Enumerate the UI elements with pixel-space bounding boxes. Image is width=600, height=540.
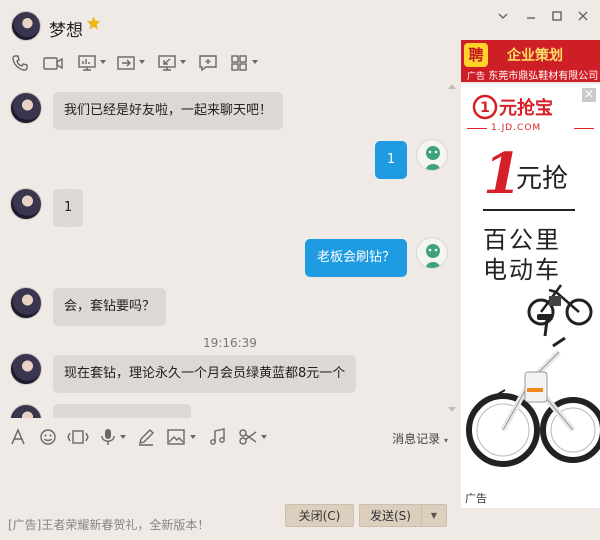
music-icon[interactable] [206,424,230,450]
message-bubble[interactable] [53,404,191,418]
chevron-down-icon[interactable] [190,435,196,439]
maximize-icon[interactable] [548,8,566,26]
scroll-down-icon[interactable] [448,407,456,412]
avatar[interactable] [416,237,448,269]
svg-text:元抢宝: 元抢宝 [499,97,553,119]
message-history-label: 消息记录 [392,432,441,446]
remote-assist-icon[interactable] [154,50,180,76]
close-icon[interactable] [574,8,592,26]
chevron-down-icon[interactable] [494,8,512,26]
ad-title: 企业策划 [507,48,563,64]
doodle-icon[interactable] [134,424,158,450]
emoji-icon[interactable] [36,424,60,450]
ad-company: 广告 东莞市鼎弘鞋材有限公司 [467,67,598,82]
phone-icon[interactable] [7,50,33,76]
chevron-down-icon[interactable] [252,60,258,64]
message-history-button[interactable]: 消息记录 ▾ [392,430,448,447]
hire-badge: 聘 [464,43,488,67]
screen-share-icon[interactable] [74,50,100,76]
footer-ad-link[interactable]: [广告]王者荣耀新春贺礼，全新版本！ [8,516,209,533]
avatar[interactable] [10,287,42,319]
scroll-up-icon[interactable] [448,84,456,89]
divider [483,209,575,211]
message-bubble[interactable]: 我们已经是好友啦，一起来聊天吧！ [53,92,284,130]
divider [467,128,487,129]
contact-avatar[interactable] [11,11,41,41]
message-bubble-out[interactable]: 老板会刷钻？ [305,239,408,277]
ad-company-name: 东莞市鼎弘鞋材有限公司 [488,71,599,82]
send-button-label: 发送(S) [370,509,411,523]
ad-domain: 1.JD.COM [491,123,542,133]
image-icon[interactable] [164,424,188,450]
chat-toolbar [0,50,460,78]
message-bubble-out[interactable]: 1 [375,141,408,179]
message-timestamp: 19:16:39 [203,336,257,350]
chevron-down-icon: ▼ [430,511,438,520]
send-button[interactable]: 发送(S) [359,504,421,527]
apps-icon[interactable] [226,50,252,76]
message-list[interactable]: 我们已经是好友啦，一起来聊天吧！ 1 1 老板会刷钻？ 会，套钻要吗？ 19:1… [0,82,460,418]
chevron-down-icon[interactable] [261,435,267,439]
chevron-down-icon[interactable] [120,435,126,439]
avatar[interactable] [416,139,448,171]
star-icon[interactable]: ★ [86,15,104,33]
avatar[interactable] [10,92,42,124]
input-toolbar: 消息记录 ▾ [0,424,460,452]
top-ad-banner[interactable]: 聘 企业策划 广告 东莞市鼎弘鞋材有限公司 [461,40,600,82]
close-button-label: 关闭(C) [298,509,341,523]
electric-bike-image [466,284,600,467]
close-button[interactable]: 关闭(C) [285,504,354,527]
message-bubble[interactable]: 1 [53,189,84,227]
chevron-down-icon: ▾ [443,436,448,445]
font-icon[interactable] [6,424,30,450]
jd-logo: 1 元抢宝 [472,94,553,120]
video-call-icon[interactable] [40,50,66,76]
svg-text:1: 1 [480,100,490,116]
message-input[interactable] [0,452,460,500]
create-discussion-icon[interactable] [195,50,221,76]
avatar[interactable] [10,404,42,418]
shake-icon[interactable] [66,424,90,450]
avatar[interactable] [10,353,42,385]
ad-label: 广告 [465,492,487,505]
ad-grab-text: 元抢 [516,164,569,194]
ad-corner-label: 广告 [467,72,486,82]
avatar[interactable] [10,188,42,220]
message-bubble[interactable]: 现在套钻，理论永久一个月会员绿黄蓝都8元一个 [53,355,357,393]
voice-icon[interactable] [96,424,120,450]
send-options-button[interactable]: ▼ [421,504,447,527]
chevron-down-icon[interactable] [139,60,145,64]
divider [574,128,594,129]
scissors-icon[interactable] [236,424,260,450]
transfer-file-icon[interactable] [113,50,139,76]
side-ad-banner[interactable]: × 1 元抢宝 1.JD.COM 1 元抢 百公里 电动车 广告 [461,84,600,508]
contact-name[interactable]: 梦想 [49,16,83,41]
chevron-down-icon[interactable] [180,60,186,64]
minimize-icon[interactable] [522,8,540,26]
chevron-down-icon[interactable] [100,60,106,64]
message-bubble[interactable]: 会，套钻要吗？ [53,288,167,326]
